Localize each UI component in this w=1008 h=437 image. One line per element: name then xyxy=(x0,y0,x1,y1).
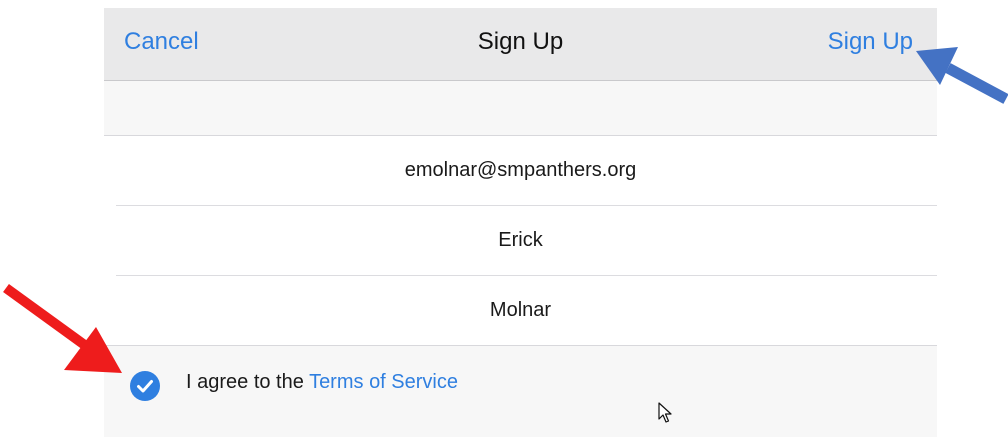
blue-arrow-icon xyxy=(916,47,1008,104)
page-title: Sign Up xyxy=(477,28,564,55)
email-value: emolnar@smpanthers.org xyxy=(404,159,637,181)
terms-agreement-text: I agree to the Terms of Service xyxy=(186,371,458,394)
terms-agreement-row: I agree to the Terms of Service xyxy=(104,345,937,425)
terms-of-service-link[interactable]: Terms of Service xyxy=(309,371,458,393)
cancel-button[interactable]: Cancel xyxy=(124,28,199,56)
screen: Cancel Sign Up Sign Up emolnar@smpanther… xyxy=(0,0,1008,437)
navigation-bar: Cancel Sign Up Sign Up xyxy=(104,8,937,81)
email-field[interactable]: emolnar@smpanthers.org xyxy=(104,136,937,205)
red-arrow-icon xyxy=(3,283,122,373)
first-name-field[interactable]: Erick xyxy=(104,206,937,275)
form-fields: emolnar@smpanthers.org Erick Molnar xyxy=(104,135,937,346)
signup-sheet: Cancel Sign Up Sign Up emolnar@smpanther… xyxy=(104,8,937,437)
section-spacer xyxy=(104,81,937,135)
sign-up-button[interactable]: Sign Up xyxy=(828,28,913,56)
last-name-value: Molnar xyxy=(489,299,552,321)
last-name-field[interactable]: Molnar xyxy=(104,276,937,345)
mouse-cursor-icon xyxy=(658,402,672,423)
first-name-value: Erick xyxy=(498,229,543,251)
nav-title-wrap: Sign Up xyxy=(104,28,937,56)
terms-prefix: I agree to the xyxy=(186,371,310,393)
